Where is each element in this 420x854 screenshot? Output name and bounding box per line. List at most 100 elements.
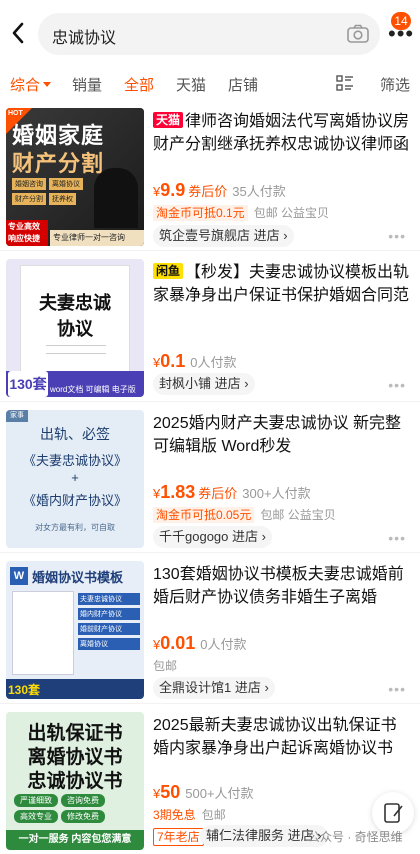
product-card[interactable]: 家事 出轨、必签 《夫妻忠诚协议》 + 《婚内财产协议》 对女方最有利，可自取 … bbox=[0, 402, 420, 552]
thumb-bullet: 婚姻咨询 bbox=[12, 178, 46, 190]
shop-link[interactable]: 筑企壹号旗舰店 进店 › bbox=[153, 225, 294, 247]
more-options-icon[interactable]: ••• bbox=[388, 377, 406, 393]
thumb-items: 夫妻忠诚协议 婚内财产协议 婚前财产协议 离婚协议 bbox=[78, 593, 140, 653]
thumb-item: 婚前财产协议 bbox=[78, 623, 140, 635]
top-header: 忠诚协议 ••• 14 bbox=[0, 0, 420, 66]
shop-link[interactable]: 千千gogogo 进店 › bbox=[153, 526, 272, 548]
back-arrow-icon[interactable] bbox=[8, 20, 32, 46]
promo-row: 3期免息 包邮 bbox=[153, 806, 226, 823]
product-price: 50 bbox=[160, 782, 181, 802]
product-price: 0.01 bbox=[160, 633, 196, 653]
product-card[interactable]: HOT 婚姻家庭 财产分割 婚姻咨询 离婚协议 财产分割 抚养权 专业高效 响应… bbox=[0, 100, 420, 250]
promo-row: 淘金币可抵0.1元 包邮 公益宝贝 bbox=[153, 204, 329, 221]
product-title[interactable]: 天猫 律师咨询婚姻法代写离婚协议房财产分割继承抚养权忠诚协议律师函 bbox=[153, 110, 411, 156]
thumb-line1: 夫妻忠诚 bbox=[39, 293, 111, 313]
extra-info: 包邮 bbox=[153, 659, 178, 673]
thumb-corner: 家事 bbox=[6, 410, 28, 422]
document-page bbox=[12, 591, 74, 675]
product-price: 9.9 bbox=[160, 180, 186, 200]
thumb-book1: 《夫妻忠诚协议》 bbox=[22, 453, 127, 468]
thumb-footer: 一对一服务 内容包您满意 bbox=[6, 830, 144, 850]
product-thumbnail[interactable]: 出轨保证书 离婚协议书 忠诚协议书 严谨细致 咨询免费 高效专业 修改免费 一对… bbox=[6, 712, 144, 850]
lawyer-silhouette bbox=[94, 168, 138, 228]
extra-info: 包邮 公益宝贝 bbox=[260, 508, 336, 522]
sold-count: 0人付款 bbox=[200, 637, 247, 652]
extra-info: 包邮 公益宝贝 bbox=[253, 206, 330, 220]
thumb-top: 出轨、必签 bbox=[40, 426, 110, 442]
thumb-pill: 严谨细致 bbox=[14, 794, 58, 807]
thumb-pill: 高效专业 bbox=[14, 810, 58, 823]
promo-badge: 淘金币可抵0.05元 bbox=[153, 507, 255, 523]
thumb-pills: 严谨细致 咨询免费 高效专业 修改免费 bbox=[14, 794, 136, 823]
price-row: ¥1.83 券后价 300+人付款 bbox=[153, 482, 311, 503]
product-title[interactable]: 2025婚内财产夫妻忠诚协议 新完整可编辑版 Word秒发 bbox=[153, 412, 411, 458]
camera-icon[interactable] bbox=[346, 22, 370, 46]
product-title-text: 【秒发】夫妻忠诚协议模板出轨家暴净身出户保证书保护婚姻合同范 bbox=[153, 264, 410, 304]
sold-count: 0人付款 bbox=[190, 355, 237, 370]
product-title[interactable]: 闲鱼 【秒发】夫妻忠诚协议模板出轨家暴净身出户保证书保护婚姻合同范 bbox=[153, 261, 411, 307]
product-price: 0.1 bbox=[160, 351, 186, 371]
doc-line bbox=[46, 345, 106, 346]
promo-badge: 淘金币可抵0.1元 bbox=[153, 205, 248, 221]
thumb-l2: 离婚协议书 bbox=[27, 747, 123, 768]
extra-info: 包邮 bbox=[201, 808, 226, 822]
filter-button[interactable]: 筛选 bbox=[380, 74, 410, 95]
sort-comprehensive[interactable]: 综合 bbox=[10, 74, 52, 95]
thumb-l3: 忠诚协议书 bbox=[27, 771, 123, 792]
thumb-item: 婚内财产协议 bbox=[78, 608, 140, 620]
sort-bar: 综合 销量 全部 天猫 店铺 筛选 bbox=[0, 66, 420, 100]
thumb-line2: 财产分割 bbox=[12, 151, 105, 176]
product-title-text: 律师咨询婚姻法代写离婚协议房财产分割继承抚养权忠诚协议律师函 bbox=[153, 113, 410, 153]
tmall-tag: 天猫 bbox=[153, 112, 184, 128]
sort-sales[interactable]: 销量 bbox=[72, 74, 102, 95]
product-title[interactable]: 130套婚姻协议书模板夫妻忠诚婚前 婚后财产协议债务非婚生子离婚 bbox=[153, 563, 411, 609]
shop-link[interactable]: 封枫小铺 进店 › bbox=[153, 373, 255, 395]
thumb-pill: 咨询免费 bbox=[61, 794, 105, 807]
sort-comprehensive-label: 综合 bbox=[10, 77, 41, 94]
product-title[interactable]: 2025最新夫妻忠诚协议出轨保证书婚内家暴净身出户起诉离婚协议书 bbox=[153, 714, 411, 760]
product-thumbnail[interactable]: HOT 婚姻家庭 财产分割 婚姻咨询 离婚协议 财产分割 抚养权 专业高效 响应… bbox=[6, 108, 144, 246]
list-view-toggle-icon[interactable] bbox=[336, 75, 354, 91]
thumb-bullet: 抚养权 bbox=[49, 193, 76, 205]
word-icon: W bbox=[10, 567, 28, 585]
more-options-icon[interactable]: ••• bbox=[388, 681, 406, 697]
thumb-bullet: 离婚协议 bbox=[49, 178, 83, 190]
thumb-plus: + bbox=[71, 470, 79, 485]
xianyu-tag: 闲鱼 bbox=[153, 263, 184, 279]
product-price: 1.83 bbox=[160, 482, 196, 502]
thumb-bullets: 婚姻咨询 离婚协议 财产分割 抚养权 bbox=[12, 178, 88, 205]
more-options-icon[interactable]: ••• bbox=[388, 530, 406, 546]
thumb-item: 夫妻忠诚协议 bbox=[78, 593, 140, 605]
thumb-footer-left: 专业高效 响应快捷 bbox=[6, 220, 48, 246]
dropdown-triangle-icon bbox=[43, 82, 52, 87]
shop-link[interactable]: 全鼎设计馆1 进店 › bbox=[153, 677, 275, 699]
product-card[interactable]: 夫妻忠诚 协议 130套 word文档 可编辑 电子版 闲鱼 【秒发】夫妻忠诚协议… bbox=[0, 251, 420, 401]
thumb-count: 130套 bbox=[8, 683, 41, 697]
product-thumbnail[interactable]: 家事 出轨、必签 《夫妻忠诚协议》 + 《婚内财产协议》 对女方最有利，可自取 bbox=[6, 410, 144, 548]
product-thumbnail[interactable]: 夫妻忠诚 协议 130套 word文档 可编辑 电子版 bbox=[6, 259, 144, 397]
price-note: 券后价 bbox=[188, 184, 228, 199]
thumb-line2: 协议 bbox=[57, 319, 93, 339]
tab-shops[interactable]: 店铺 bbox=[228, 74, 258, 95]
thumb-book2: 《婚内财产协议》 bbox=[22, 493, 127, 508]
tab-tmall[interactable]: 天猫 bbox=[176, 74, 206, 95]
price-note: 券后价 bbox=[198, 486, 238, 501]
more-options-icon[interactable]: ••• bbox=[388, 228, 406, 244]
search-input[interactable]: 忠诚协议 bbox=[38, 13, 380, 55]
doc-line bbox=[46, 353, 106, 354]
product-thumbnail[interactable]: W 婚姻协议书模板 夫妻忠诚协议 婚内财产协议 婚前财产协议 离婚协议 130套 bbox=[6, 561, 144, 699]
watermark-text: 公众号 · 奇怪思维 bbox=[308, 830, 403, 844]
thumb-count: 130套 bbox=[8, 371, 48, 397]
thumb-headline: 婚姻协议书模板 bbox=[32, 570, 124, 585]
thumb-pill: 修改免费 bbox=[61, 810, 105, 823]
thumb-footer: 对女方最有利，可自取 bbox=[35, 523, 115, 532]
thumb-footer: word文档 可编辑 电子版 bbox=[50, 385, 136, 394]
price-row: ¥0.1 0人付款 bbox=[153, 351, 237, 372]
thumb-l1: 出轨保证书 bbox=[27, 723, 123, 744]
thumb-footer-right: 专业律师一对一咨询 bbox=[50, 230, 144, 246]
tab-all[interactable]: 全部 bbox=[124, 74, 154, 95]
store-age-badge: 7年老店 bbox=[153, 828, 204, 846]
search-query-text: 忠诚协议 bbox=[52, 30, 117, 47]
product-card[interactable]: W 婚姻协议书模板 夫妻忠诚协议 婚内财产协议 婚前财产协议 离婚协议 130套… bbox=[0, 553, 420, 703]
installment-badge: 3期免息 bbox=[153, 808, 196, 822]
